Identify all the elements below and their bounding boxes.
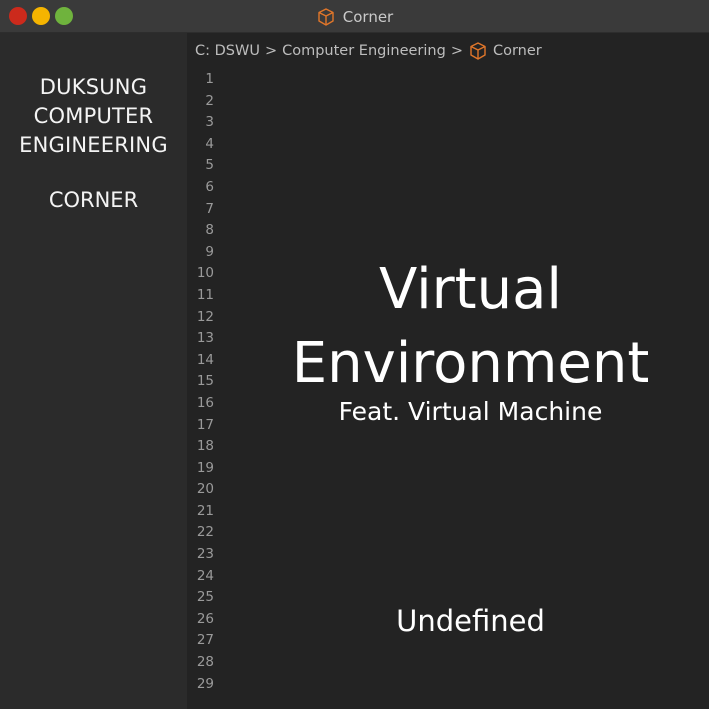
line-number: 17 [196,416,214,433]
sidebar-heading-line: ENGINEERING [19,133,168,157]
line-number: 22 [196,524,214,541]
sidebar: DUKSUNG COMPUTER ENGINEERING CORNER [0,33,187,709]
line-number: 15 [196,373,214,390]
line-number: 25 [196,589,214,606]
line-number: 18 [196,438,214,455]
line-number: 1 [205,71,214,87]
line-number: 19 [196,459,214,476]
line-number: 20 [196,481,214,498]
sidebar-item-corner[interactable]: CORNER [0,188,187,212]
sidebar-heading-line: DUKSUNG [39,75,148,99]
line-number: 9 [205,243,214,260]
line-number: 23 [196,546,214,563]
sidebar-heading-line: COMPUTER [33,104,154,128]
line-number: 5 [205,157,214,174]
line-number: 28 [196,654,214,671]
window-title-text: Corner [342,7,394,26]
line-number: 13 [196,330,214,347]
title-line: Environment [291,331,650,396]
editor-pane: C: DSWU > Computer Engineering > Corner … [187,33,709,709]
line-number-gutter: 1 2 3 4 5 6 7 8 9 10 11 12 13 14 15 16 17 18 19 20 21 22 23 24 2… [187,69,227,695]
line-number: 24 [196,567,214,584]
line-number: 11 [196,286,214,303]
sidebar-heading: DUKSUNG COMPUTER ENGINEERING [0,73,187,160]
title-line: Virtual [379,257,562,322]
footer-text: Undefined [396,604,545,638]
line-number: 2 [205,92,214,109]
line-number: 12 [196,308,214,325]
editor-content: Virtual Environment Feat. Virtual Machin… [232,33,709,709]
line-number: 21 [196,502,214,519]
title-bar: Corner [0,0,709,33]
line-number: 26 [196,610,214,627]
line-number: 8 [205,222,214,239]
line-number: 16 [196,394,214,411]
window-title: Corner [0,0,709,33]
line-number: 6 [205,178,214,195]
line-number: 10 [196,265,214,282]
line-number: 29 [196,675,214,692]
subtitle: Feat. Virtual Machine [338,397,603,426]
line-number: 14 [196,351,214,368]
line-number: 7 [205,200,214,217]
line-number: 4 [205,135,214,152]
line-number: 27 [196,632,214,649]
line-number: 3 [205,114,214,131]
cube-icon [318,7,334,26]
